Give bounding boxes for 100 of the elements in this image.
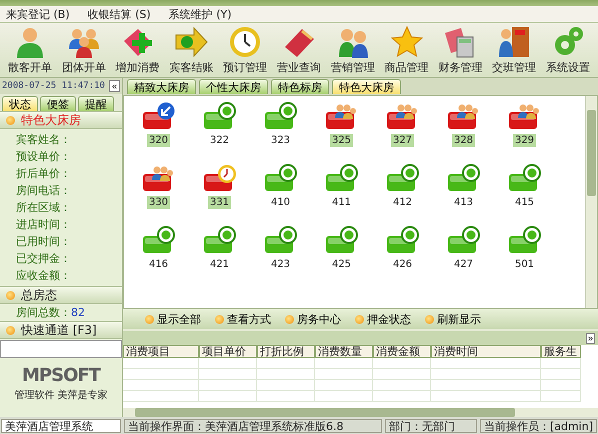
toolbar-button[interactable]: 交班管理	[488, 23, 540, 77]
room-tile[interactable]: 322	[189, 98, 250, 160]
table-cell	[315, 391, 373, 402]
room-tile[interactable]: 413	[433, 160, 494, 222]
room-tile[interactable]: 427	[433, 222, 494, 284]
menu-item[interactable]: 系统维护 (Y)	[168, 6, 232, 22]
bed-refresh-icon	[142, 226, 176, 254]
action-button[interactable]: 房务中心	[285, 312, 341, 326]
room-tile[interactable]: 320	[128, 98, 189, 160]
toolbar-button[interactable]: 预订管理	[219, 23, 272, 77]
room-number: 423	[270, 258, 292, 271]
column-header[interactable]: 打折比例	[257, 345, 315, 358]
field-label: 应收金额：	[16, 268, 72, 284]
column-header[interactable]: 消费金额	[373, 345, 431, 358]
status-text: 美萍酒店管理系统	[1, 418, 121, 432]
column-header[interactable]: 消费时间	[431, 345, 541, 358]
collapse-button[interactable]: «	[108, 80, 120, 92]
room-type-tab[interactable]: 特色标房	[271, 79, 329, 94]
toolbar-button[interactable]: 营业查询	[272, 23, 325, 77]
room-number: 416	[148, 258, 170, 271]
room-type-tab[interactable]: 个性大床房	[199, 79, 268, 94]
room-number: 412	[392, 196, 414, 209]
room-tile[interactable]: 329	[494, 98, 555, 160]
sidebar-tab[interactable]: 提醒	[78, 96, 114, 111]
toolbar-button[interactable]: 系统设置	[542, 23, 594, 77]
section-title: 特色大床房	[21, 112, 81, 128]
sidebar-tab[interactable]: 状态	[2, 96, 38, 111]
field-label: 进店时间：	[16, 217, 72, 233]
room-tile[interactable]: 425	[311, 222, 372, 284]
room-tile[interactable]: 421	[189, 222, 250, 284]
menu-item[interactable]: 来宾登记 (B)	[6, 6, 70, 22]
input-field[interactable]	[0, 340, 122, 358]
room-tile[interactable]: 323	[250, 98, 311, 160]
toolbar-button[interactable]: 宾客结账	[165, 23, 218, 77]
table-cell	[315, 369, 373, 380]
table-cell	[541, 369, 581, 380]
field-value: 82	[71, 305, 85, 321]
room-tile[interactable]: 501	[494, 222, 555, 284]
room-type-tab[interactable]: 特色大床房	[332, 79, 401, 94]
room-tile[interactable]: 416	[128, 222, 189, 284]
room-tile[interactable]: 327	[372, 98, 433, 160]
action-button[interactable]: 刷新显示	[425, 312, 481, 326]
scrollbar[interactable]	[585, 96, 597, 308]
bed-clock-icon	[202, 164, 236, 192]
status-text: 当前操作员：[admin]	[480, 418, 597, 432]
bullet-icon	[355, 314, 364, 324]
table-cell	[541, 391, 581, 402]
bed-guests-icon	[142, 164, 176, 192]
status-text: 当前操作界面：美萍酒店管理系统标准版6.8	[124, 418, 382, 432]
menu-item[interactable]: 收银结算 (S)	[88, 6, 151, 22]
room-tile[interactable]: 325	[311, 98, 372, 160]
bed-guests-icon	[508, 102, 542, 130]
status-text: 部门：无部门	[384, 418, 477, 432]
room-number: 322	[208, 134, 230, 147]
room-tile[interactable]: 411	[311, 160, 372, 222]
expand-button[interactable]: »	[586, 332, 595, 344]
field-label: 房间电话：	[16, 183, 72, 199]
column-header[interactable]: 项目单价	[199, 345, 257, 358]
bed-refresh-icon	[386, 226, 420, 254]
bed-refresh-icon	[264, 102, 298, 130]
action-button[interactable]: 押金状态	[355, 312, 411, 326]
action-button[interactable]: 查看方式	[215, 312, 271, 326]
toolbar-button[interactable]: 团体开单	[58, 23, 110, 77]
tagline: 管理软件 美萍是专家	[13, 388, 109, 402]
room-tile[interactable]: 331	[189, 160, 250, 222]
bullet-icon	[425, 314, 434, 324]
logo: MPSOFT	[21, 365, 102, 386]
table-cell	[373, 391, 431, 402]
room-tile[interactable]: 426	[372, 222, 433, 284]
column-header[interactable]: 服务生	[541, 345, 581, 358]
bullet-icon	[6, 116, 15, 124]
room-number: 325	[330, 134, 354, 147]
field-label: 预设单价：	[16, 149, 72, 165]
column-header[interactable]: 消费项目	[123, 345, 199, 358]
room-tile[interactable]: 423	[250, 222, 311, 284]
table-cell	[541, 380, 581, 391]
field-label: 折后单价：	[16, 166, 72, 182]
room-tile[interactable]: 410	[250, 160, 311, 222]
room-tile[interactable]: 328	[433, 98, 494, 160]
room-number: 328	[452, 134, 476, 147]
room-number: 323	[270, 134, 292, 147]
room-tile[interactable]: 415	[494, 160, 555, 222]
room-number: 426	[392, 258, 414, 271]
scrollbar[interactable]	[123, 408, 598, 417]
table-cell	[257, 380, 315, 391]
room-tile[interactable]: 330	[128, 160, 189, 222]
room-type-tab[interactable]: 精致大床房	[127, 79, 196, 94]
field-label: 已交押金：	[16, 251, 72, 267]
toolbar-button[interactable]: 散客开单	[4, 23, 56, 77]
bed-refresh-icon	[202, 102, 236, 130]
toolbar-button[interactable]: 财务管理	[434, 23, 486, 77]
room-tile[interactable]: 412	[372, 160, 433, 222]
bullet-icon	[285, 314, 294, 324]
column-header[interactable]: 消费数量	[315, 345, 373, 358]
toolbar-button[interactable]: 增加消费	[112, 23, 164, 77]
bed-refresh-icon	[264, 226, 298, 254]
toolbar-button[interactable]: 营销管理	[326, 23, 379, 77]
action-button[interactable]: 显示全部	[145, 312, 201, 326]
toolbar-button[interactable]: 商品管理	[380, 23, 433, 77]
sidebar-tab[interactable]: 便签	[40, 96, 76, 111]
